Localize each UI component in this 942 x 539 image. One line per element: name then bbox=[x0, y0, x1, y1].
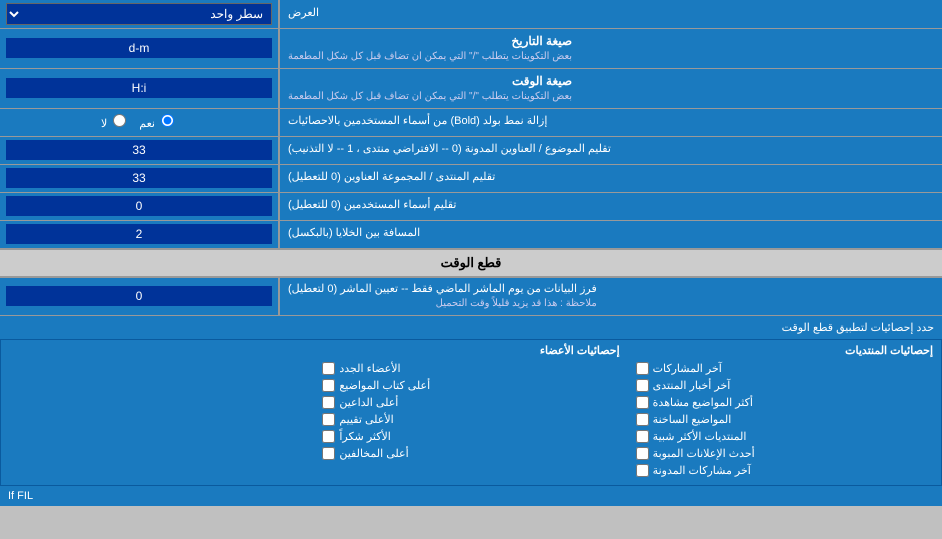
usernames-limit-control[interactable]: 0 bbox=[0, 193, 280, 220]
stat-checkbox-4[interactable] bbox=[636, 413, 649, 426]
columns-gap-control[interactable]: 2 bbox=[0, 221, 280, 248]
stat-checkbox-5[interactable] bbox=[636, 430, 649, 443]
footer: If FIL bbox=[0, 485, 942, 506]
member-stat-item-3[interactable]: أعلى الداعين bbox=[322, 396, 619, 409]
fetch-input[interactable]: 0 bbox=[6, 286, 272, 306]
date-format-control[interactable]: d-m bbox=[0, 29, 280, 68]
stat-item-3[interactable]: أكثر المواضيع مشاهدة bbox=[636, 396, 933, 409]
stat-item-2[interactable]: آخر أخبار المنتدى bbox=[636, 379, 933, 392]
empty-col bbox=[0, 340, 314, 485]
bold-remove-control[interactable]: نعم لا bbox=[0, 109, 280, 136]
stat-checkbox-3[interactable] bbox=[636, 396, 649, 409]
date-format-input[interactable]: d-m bbox=[6, 38, 272, 58]
date-format-label: صيغة التاريخ بعض التكوينات يتطلب "/" الت… bbox=[280, 29, 942, 68]
member-stats-title: إحصائيات الأعضاء bbox=[322, 344, 619, 357]
usernames-limit-label: تقليم أسماء المستخدمين (0 للتعطيل) bbox=[280, 193, 942, 220]
forum-titles-limit-control[interactable]: 33 bbox=[0, 165, 280, 192]
member-stat-checkbox-2[interactable] bbox=[322, 379, 335, 392]
stat-item-5[interactable]: المنتديات الأكثر شبية bbox=[636, 430, 933, 443]
member-stat-checkbox-5[interactable] bbox=[322, 430, 335, 443]
usernames-limit-input[interactable]: 0 bbox=[6, 196, 272, 216]
titles-limit-input[interactable]: 33 bbox=[6, 140, 272, 160]
forum-titles-limit-input[interactable]: 33 bbox=[6, 168, 272, 188]
member-stat-item-6[interactable]: أعلى المخالفين bbox=[322, 447, 619, 460]
stat-item-6[interactable]: أحدث الإعلانات المبوبة bbox=[636, 447, 933, 460]
columns-gap-input[interactable]: 2 bbox=[6, 224, 272, 244]
member-stat-checkbox-6[interactable] bbox=[322, 447, 335, 460]
member-stat-checkbox-3[interactable] bbox=[322, 396, 335, 409]
radio-yes-label: نعم bbox=[139, 114, 177, 130]
member-stat-item-5[interactable]: الأكثر شكراً bbox=[322, 430, 619, 443]
stat-item-4[interactable]: المواضيع الساخنة bbox=[636, 413, 933, 426]
display-label: العرض bbox=[280, 0, 942, 28]
stat-item-7[interactable]: آخر مشاركات المدونة bbox=[636, 464, 933, 477]
time-format-input[interactable]: H:i bbox=[6, 78, 272, 98]
member-stat-item-2[interactable]: أعلى كتاب المواضيع bbox=[322, 379, 619, 392]
stat-item-1[interactable]: آخر المشاركات bbox=[636, 362, 933, 375]
forum-titles-limit-label: تقليم المنتدى / المجموعة العناوين (0 للت… bbox=[280, 165, 942, 192]
titles-limit-label: تقليم الموضوع / العناوين المدونة (0 -- ا… bbox=[280, 137, 942, 164]
forum-stats-col: إحصائيات المنتديات آخر المشاركات آخر أخب… bbox=[628, 340, 942, 485]
member-stat-checkbox-4[interactable] bbox=[322, 413, 335, 426]
radio-no[interactable] bbox=[113, 114, 126, 127]
titles-limit-control[interactable]: 33 bbox=[0, 137, 280, 164]
radio-no-label: لا bbox=[101, 114, 129, 130]
member-stats-col: إحصائيات الأعضاء الأعضاء الجدد أعلى كتاب… bbox=[314, 340, 627, 485]
cutoff-section-header: قطع الوقت bbox=[0, 250, 942, 277]
columns-gap-label: المسافة بين الخلايا (بالبكسل) bbox=[280, 221, 942, 248]
time-format-control[interactable]: H:i bbox=[0, 69, 280, 108]
member-stat-checkbox-1[interactable] bbox=[322, 362, 335, 375]
bold-remove-label: إزالة نمط بولد (Bold) من أسماء المستخدمي… bbox=[280, 109, 942, 136]
forum-stats-title: إحصائيات المنتديات bbox=[636, 344, 933, 357]
time-format-label: صيغة الوقت بعض التكوينات يتطلب "/" التي … bbox=[280, 69, 942, 108]
radio-yes[interactable] bbox=[161, 114, 174, 127]
stat-checkbox-7[interactable] bbox=[636, 464, 649, 477]
member-stat-item-1[interactable]: الأعضاء الجدد bbox=[322, 362, 619, 375]
stat-checkbox-6[interactable] bbox=[636, 447, 649, 460]
display-control[interactable]: سطر واحد متعدد الأسطر bbox=[0, 0, 280, 28]
fetch-label: فرز البيانات من يوم الماشر الماضي فقط --… bbox=[280, 278, 942, 315]
fetch-control[interactable]: 0 bbox=[0, 278, 280, 315]
stats-apply-label: حدد إحصائيات لتطبيق قطع الوقت bbox=[0, 317, 942, 338]
stat-checkbox-1[interactable] bbox=[636, 362, 649, 375]
member-stat-item-4[interactable]: الأعلى تقييم bbox=[322, 413, 619, 426]
stat-checkbox-2[interactable] bbox=[636, 379, 649, 392]
display-select[interactable]: سطر واحد متعدد الأسطر bbox=[6, 3, 272, 25]
